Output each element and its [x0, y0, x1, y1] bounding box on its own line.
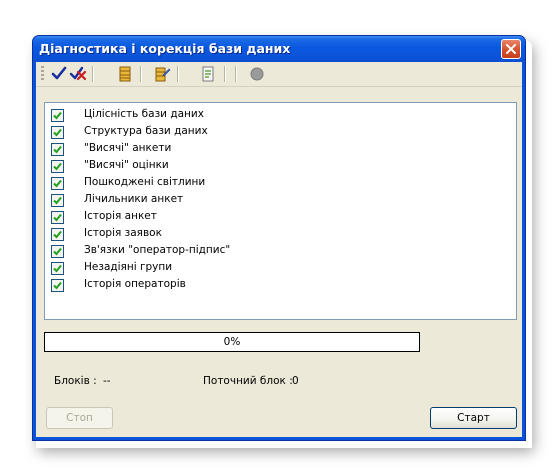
checklist-item[interactable]: Структура бази даних	[51, 124, 491, 140]
checklist-item[interactable]: Цілісність бази даних	[51, 107, 491, 123]
toolbar-separator	[92, 66, 94, 82]
check-all-icon	[51, 66, 67, 80]
blocks-value: --	[103, 375, 111, 387]
progress-bar: 0%	[44, 332, 420, 352]
checkbox[interactable]	[51, 245, 64, 258]
checklist-item-label: Незадіяні групи	[84, 261, 173, 273]
checklist-item-label: Зв'язки "оператор-підпис"	[84, 244, 231, 256]
stop-record-icon	[250, 67, 264, 81]
checkmark-icon	[53, 145, 62, 154]
checklist-item[interactable]: Історія операторів	[51, 277, 491, 293]
checklist-item[interactable]: "Висячі" оцінки	[51, 158, 491, 174]
checkmark-icon	[53, 264, 62, 273]
checkbox[interactable]	[51, 262, 64, 275]
toolbar-separator	[177, 66, 179, 82]
checkbox[interactable]	[51, 126, 64, 139]
toolbar-separator	[224, 66, 226, 82]
stop-button[interactable]: Стоп	[46, 407, 113, 429]
checkbox[interactable]	[51, 211, 64, 224]
checklist-item[interactable]: Незадіяні групи	[51, 260, 491, 276]
checklist-item-label: Пошкоджені світлини	[84, 176, 206, 188]
toolbar-grip[interactable]	[41, 66, 44, 82]
checklist-item-label: Структура бази даних	[84, 125, 208, 137]
checklist-item-label: "Висячі" анкети	[84, 142, 172, 154]
report-icon	[202, 66, 214, 82]
checklist-item-label: Історія заявок	[84, 227, 162, 239]
report-button[interactable]	[199, 65, 217, 83]
window-title: Діагностика і корекція бази даних	[39, 41, 291, 56]
toolbar-separator	[140, 66, 142, 82]
checklist-item[interactable]: Історія анкет	[51, 209, 491, 225]
dialog-client: Цілісність бази даних Структура бази дани…	[36, 62, 522, 437]
close-icon	[506, 44, 516, 54]
title-bar[interactable]: Діагностика і корекція бази даних	[33, 36, 525, 62]
checklist-item-label: Історія анкет	[84, 210, 157, 222]
stop-record-button[interactable]	[248, 65, 266, 83]
start-button[interactable]: Старт	[430, 407, 517, 429]
checkbox[interactable]	[51, 160, 64, 173]
checkbox[interactable]	[51, 177, 64, 190]
checkmark-icon	[53, 281, 62, 290]
checkmark-icon	[53, 247, 62, 256]
checklist-item[interactable]: Зв'язки "оператор-підпис"	[51, 243, 491, 259]
toolbar-separator	[235, 66, 237, 82]
checklist-item[interactable]: "Висячі" анкети	[51, 141, 491, 157]
checkbox[interactable]	[51, 279, 64, 292]
checklist-item[interactable]: Пошкоджені світлини	[51, 175, 491, 191]
checkbox[interactable]	[51, 143, 64, 156]
checklist-item-label: "Висячі" оцінки	[84, 159, 169, 171]
checklist-item[interactable]: Лічильники анкет	[51, 192, 491, 208]
checkmark-icon	[53, 111, 62, 120]
database-edit-icon	[155, 67, 171, 82]
dialog-window: Діагностика і корекція бази даних Цілісн…	[32, 35, 526, 441]
uncheck-all-icon	[69, 66, 87, 81]
checkmark-icon	[53, 162, 62, 171]
checkmark-icon	[53, 230, 62, 239]
database-icon	[119, 66, 131, 82]
checklist-item-label: Історія операторів	[84, 278, 186, 290]
toolbar	[36, 62, 522, 87]
database-edit-button[interactable]	[153, 65, 171, 83]
checklist-item[interactable]: Історія заявок	[51, 226, 491, 242]
uncheck-all-button[interactable]	[69, 65, 87, 83]
checkmark-icon	[53, 179, 62, 188]
checklist-item-label: Цілісність бази даних	[84, 108, 204, 120]
checklist-item-label: Лічильники анкет	[84, 193, 184, 205]
diagnostics-checklist[interactable]: Цілісність бази даних Структура бази дани…	[44, 102, 517, 320]
checkbox[interactable]	[51, 228, 64, 241]
close-button[interactable]	[501, 39, 521, 59]
checkmark-icon	[53, 213, 62, 222]
blocks-label: Блоків :	[54, 375, 97, 387]
checkmark-icon	[53, 196, 62, 205]
checkmark-icon	[53, 128, 62, 137]
checkbox[interactable]	[51, 109, 64, 122]
database-button[interactable]	[116, 65, 134, 83]
check-all-button[interactable]	[50, 65, 68, 83]
current-block-value: 0	[292, 375, 299, 387]
progress-text: 0%	[223, 336, 241, 348]
checkbox[interactable]	[51, 194, 64, 207]
current-block-label: Поточний блок :	[203, 375, 293, 387]
